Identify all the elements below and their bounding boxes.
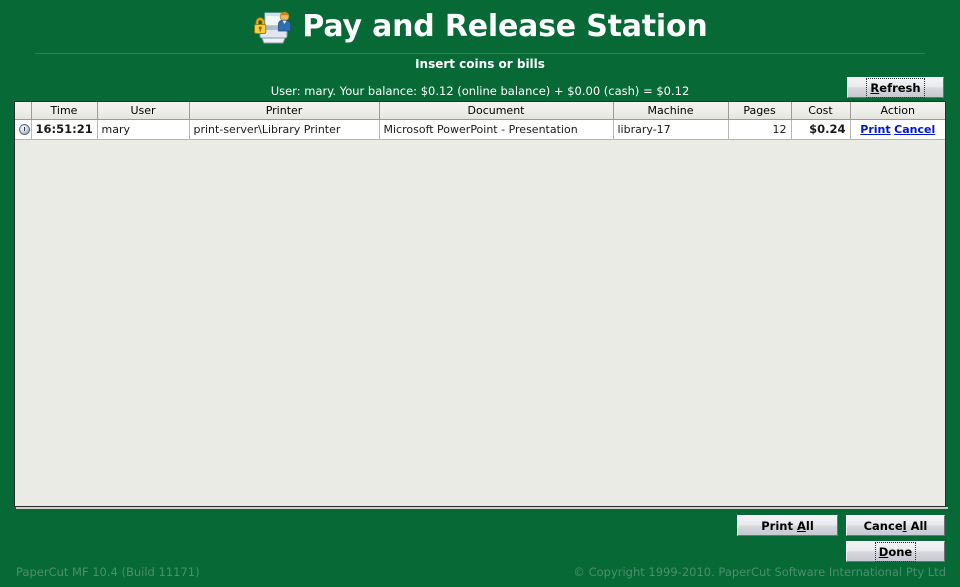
copyright-label: © Copyright 1999-2010. PaperCut Software… [573, 565, 946, 579]
cell-machine: library-17 [613, 119, 729, 140]
column-header-time[interactable]: Time [31, 102, 98, 120]
job-status-icon [19, 124, 30, 135]
title-row: Pay and Release Station [0, 0, 960, 53]
instruction-text: Insert coins or bills [415, 57, 545, 71]
job-status-icon-cell[interactable] [15, 119, 32, 140]
refresh-button-label: efresh [879, 80, 921, 95]
done-button-mnemonic: D [878, 544, 889, 559]
column-header-cost[interactable]: Cost [791, 102, 851, 120]
print-all-button-mnemonic: A [796, 518, 806, 533]
cell-printer: print-server\Library Printer [189, 119, 380, 140]
done-button[interactable]: Done [846, 541, 945, 562]
page-title: Pay and Release Station [302, 8, 708, 44]
printer-lock-user-icon [252, 7, 294, 47]
column-header-document[interactable]: Document [379, 102, 614, 120]
table-row[interactable]: 16:51:21 mary print-server\Library Print… [15, 119, 945, 140]
column-header-printer[interactable]: Printer [189, 102, 380, 120]
column-header-machine[interactable]: Machine [613, 102, 729, 120]
cancel-link[interactable]: Cancel [894, 123, 935, 136]
cancel-all-button[interactable]: Cancel All [846, 515, 945, 536]
product-version-label: PaperCut MF 10.4 (Build 11171) [16, 565, 200, 579]
cell-pages: 12 [728, 119, 792, 140]
header-divider [35, 53, 925, 54]
cell-user: mary [97, 119, 190, 140]
column-header-action[interactable]: Action [850, 102, 945, 120]
cell-action: Print Cancel [850, 119, 945, 140]
table-panel-shadow [16, 507, 948, 509]
refresh-button[interactable]: Refresh [847, 77, 944, 98]
cancel-all-button-mnemonic: l [902, 518, 907, 533]
balance-summary: User: mary. Your balance: $0.12 (online … [270, 84, 690, 98]
cell-cost: $0.24 [791, 119, 851, 140]
cell-document: Microsoft PowerPoint - Presentation [379, 119, 614, 140]
column-header-selector[interactable] [15, 102, 32, 120]
column-header-pages[interactable]: Pages [728, 102, 792, 120]
print-job-table-panel: Time User Printer Document Machine Pages… [14, 101, 946, 507]
print-job-table: Time User Printer Document Machine Pages… [15, 102, 945, 140]
cell-time: 16:51:21 [31, 119, 98, 140]
column-header-user[interactable]: User [97, 102, 190, 120]
refresh-button-mnemonic: R [870, 80, 880, 95]
app-header: Pay and Release Station [0, 0, 960, 54]
print-all-button[interactable]: Print All [737, 515, 838, 536]
table-header-row: Time User Printer Document Machine Pages… [15, 102, 945, 120]
print-link[interactable]: Print [860, 123, 890, 136]
